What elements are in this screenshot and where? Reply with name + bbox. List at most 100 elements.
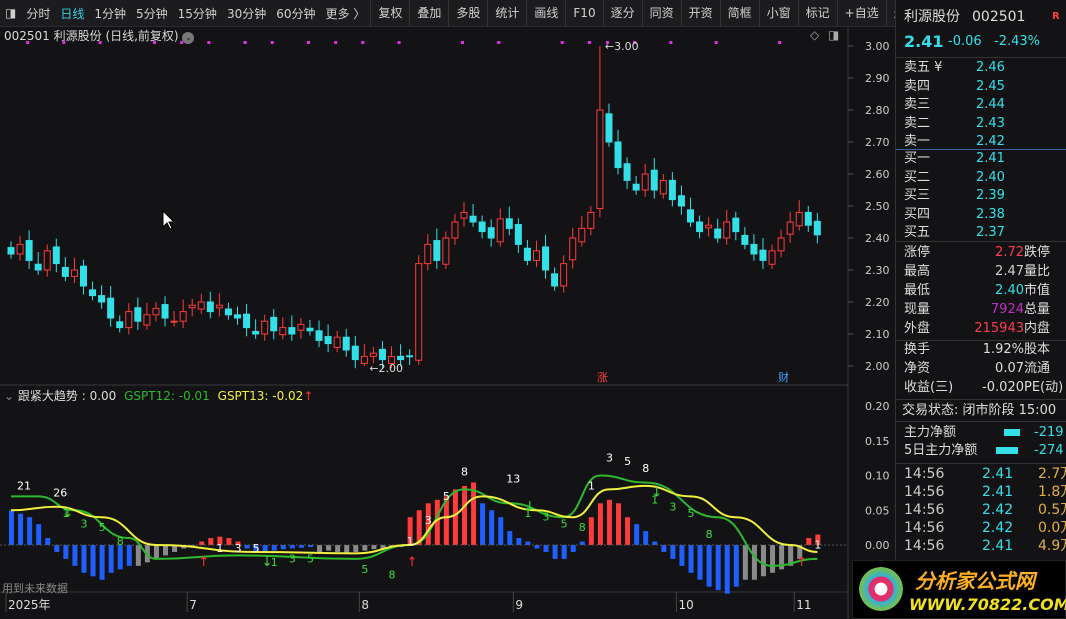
toolbar-button[interactable]: 简框 [719, 0, 759, 27]
ask-price: 2.43 [976, 115, 1005, 131]
toolbar: ◨ 分时 日线 1分钟 5分钟 15分钟 30分钟 60分钟 更多 〉 复权 叠加 多股 统计 画线 F… [0, 0, 918, 27]
toolbar-button[interactable]: 统计 [487, 0, 526, 27]
histogram-bar [561, 545, 567, 559]
period-tab[interactable]: 5分钟 [131, 5, 173, 22]
stat-value: 2.47 [995, 264, 1024, 279]
quote-row: 卖五 ¥ 2.46 [904, 59, 1064, 77]
histogram-bar [280, 545, 286, 550]
quote-row: 买四 2.38 [904, 206, 1064, 224]
candle [297, 323, 305, 331]
period-tab[interactable]: 15分钟 [173, 5, 222, 22]
candle [641, 173, 649, 191]
event-marker[interactable]: 涨 [597, 371, 608, 384]
toolbar-button[interactable]: 复权 [370, 0, 409, 27]
toolbar-button[interactable]: 开资 [680, 0, 720, 27]
stat-label: 最低 [904, 283, 931, 298]
period-tab[interactable]: 分时 [21, 5, 55, 22]
flow-row: 5日主力净额 -274 [904, 442, 1064, 460]
period-tab[interactable]: 60分钟 [271, 5, 320, 22]
histogram-bar [715, 545, 721, 591]
candle [16, 243, 24, 255]
quote-row: 卖三 2.44 [904, 96, 1064, 114]
candle [369, 352, 377, 357]
price-change: -0.06 [948, 34, 982, 49]
signal-count-label: 5 [561, 518, 568, 531]
signal-count-label: 21 [17, 479, 31, 492]
ask-label: 卖三 [904, 97, 931, 112]
histogram-bar [126, 545, 132, 566]
candle [596, 109, 604, 210]
toolbar-button[interactable]: 同资 [641, 0, 681, 27]
tick-volume: 0.0万 [1038, 520, 1066, 536]
signal-count-label: 5 [253, 542, 260, 555]
buy-arrow-icon: ↑ [198, 555, 209, 570]
flow-value: -274 [1034, 443, 1064, 458]
indicator-tick-label: 0.10 [865, 470, 890, 483]
toolbar-button[interactable]: 标记 [797, 0, 837, 27]
stock-header: 利源股份 002501 R [904, 8, 1064, 26]
period-tab[interactable]: 1分钟 [89, 5, 131, 22]
bid-label: 买五 [904, 225, 931, 240]
candle [243, 313, 251, 329]
quote-row: 卖四 2.45 [904, 78, 1064, 96]
toolbar-button[interactable]: 逐分 [602, 0, 642, 27]
signal-count-label: 26 [53, 486, 67, 499]
quote-panel: 利源股份 002501 R 2.41 -0.06 -2.43% 卖五 ¥ 2.46 卖四 2.45… [895, 0, 1066, 619]
candle [424, 243, 432, 265]
candle [659, 179, 667, 195]
gspt12-line [11, 474, 818, 567]
stat-row: 涨停 2.72 跌停 [904, 244, 1064, 262]
toolbar-button[interactable]: +自选 [836, 0, 886, 27]
period-tab[interactable]: 日线 [55, 5, 89, 22]
signal-dot [397, 41, 401, 44]
indicator-tick-label: 0.00 [865, 539, 890, 552]
stat-row: 现量 7924 总量 [904, 301, 1064, 319]
candle [505, 218, 513, 229]
sidebar-toggle-icon[interactable]: ◨ [0, 6, 21, 20]
histogram-bar [742, 545, 748, 580]
histogram-bar [317, 545, 323, 552]
candle [469, 215, 477, 223]
toolbar-button[interactable]: 画线 [526, 0, 565, 27]
date-axis-label: 2025年 [8, 598, 51, 612]
candle [306, 327, 314, 332]
stat-row: 最低 2.40 市值 [904, 282, 1064, 300]
histogram-bar [806, 538, 812, 545]
candle [116, 321, 124, 329]
candle [270, 316, 278, 332]
site-logo: 分析家公式网 WWW.70822.COM [852, 560, 1066, 619]
ask-label: 卖四 [904, 78, 931, 94]
event-marker[interactable]: 财 [778, 370, 789, 384]
toolbar-button[interactable]: 小窗 [758, 0, 798, 27]
toolbar-button[interactable]: 叠加 [409, 0, 448, 27]
histogram-bar [760, 545, 766, 577]
histogram-bar [625, 517, 631, 545]
histogram-bar [208, 538, 214, 545]
kline-chart[interactable]: 3.00 2.90 2.80 2.70 2.60 2.50 2.40 2.30 2.20 2.10… [0, 27, 895, 619]
mouse-cursor-icon [162, 209, 176, 230]
candle [542, 246, 550, 271]
histogram-bar [108, 545, 114, 573]
date-axis-label: 8 [361, 598, 369, 612]
collapse-icon[interactable]: ⌄ [4, 389, 14, 403]
signal-dot [98, 41, 102, 44]
histogram-bar [480, 503, 486, 545]
tick-row: 14:56 2.41 1.8万 [904, 483, 1066, 501]
candle [61, 266, 69, 277]
toolbar-button[interactable]: F10 [565, 0, 602, 27]
period-tab[interactable]: 更多 〉 [321, 5, 371, 22]
stat-label: 流通 [1024, 361, 1051, 376]
period-tab[interactable]: 30分钟 [222, 5, 271, 22]
histogram-bar [688, 545, 694, 573]
candle [433, 240, 441, 261]
period-tabs: 分时 日线 1分钟 5分钟 15分钟 30分钟 60分钟 更多 〉 [21, 5, 370, 22]
histogram-bar [516, 538, 522, 545]
signal-dot [587, 41, 591, 44]
histogram-bar [679, 545, 685, 566]
candle [487, 227, 495, 239]
flow-label: 5日主力净额 [904, 443, 978, 458]
signal-count-label: 3 [80, 518, 87, 531]
tick-time: 14:56 [904, 466, 945, 482]
toolbar-button[interactable]: 多股 [448, 0, 487, 27]
price-tick-label: 3.00 [865, 40, 890, 53]
